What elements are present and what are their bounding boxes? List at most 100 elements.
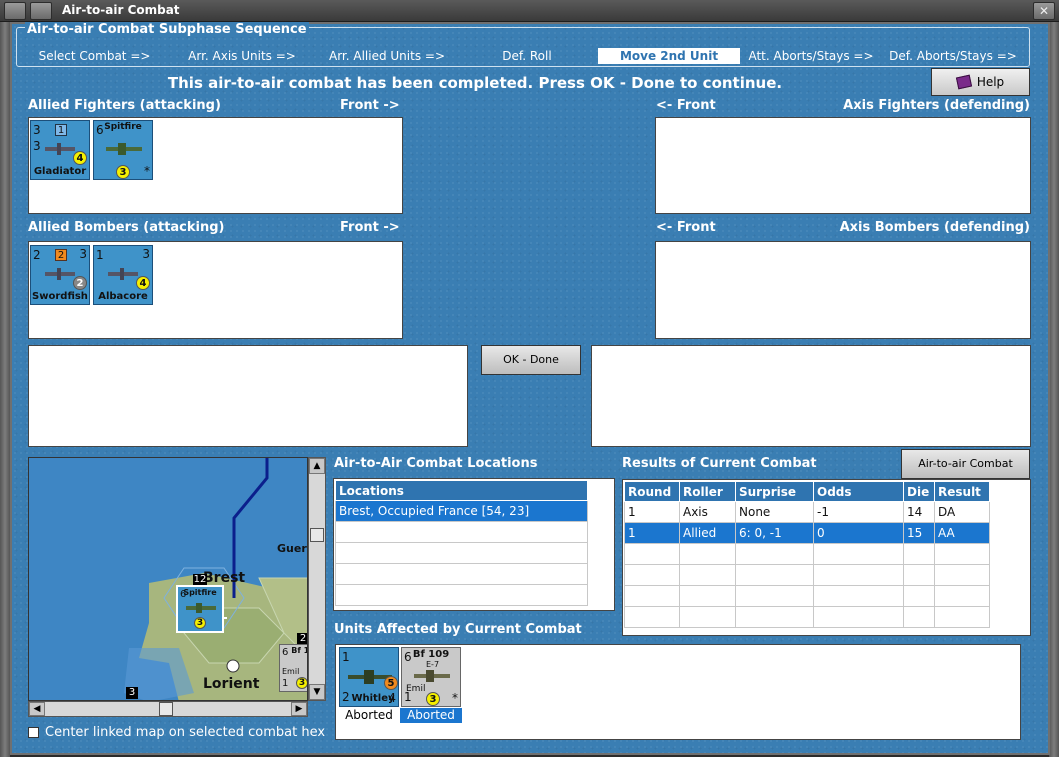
unit-factor-circle: 3 [296, 677, 307, 689]
unit-attack-value: 2 [33, 248, 41, 262]
results-title: Results of Current Combat [622, 456, 817, 471]
affected-counter-bf109[interactable]: 6 Bf 109 E-7 Emil 1 3 * [401, 647, 461, 707]
axis-bombers-front-label: <- Front [656, 220, 716, 235]
unit-factor-circle: 2 [73, 276, 87, 290]
scroll-thumb-horizontal[interactable] [159, 702, 173, 716]
unit-counter-swordfish[interactable]: 2 2 3 2 Swordfish [30, 245, 90, 305]
center-map-checkbox-row[interactable]: Center linked map on selected combat hex [28, 725, 325, 740]
location-row[interactable] [335, 542, 588, 564]
col-roller: Roller [679, 481, 736, 502]
result-row[interactable] [624, 543, 990, 565]
axis-bombers-header: Axis Bombers (defending) [839, 220, 1030, 235]
window-menu-button[interactable] [4, 2, 26, 20]
result-row[interactable] [624, 585, 990, 607]
axis-fighters-header: Axis Fighters (defending) [843, 98, 1030, 113]
unit-range-value: 3 [142, 247, 150, 261]
location-row[interactable] [335, 584, 588, 606]
location-cell [335, 542, 588, 564]
location-cell [335, 521, 588, 543]
help-button-label: Help [976, 75, 1005, 89]
unit-variant: E-7 [426, 660, 440, 669]
unit-name: Spitfire [104, 122, 142, 132]
allied-message-box [28, 345, 468, 447]
col-round: Round [624, 481, 680, 502]
close-button[interactable] [1033, 2, 1055, 20]
map-counter-bf109[interactable]: 6 Bf 10 Emil 1 3 [279, 644, 307, 692]
location-row[interactable]: Brest, Occupied France [54, 23] [335, 500, 588, 522]
unit-range-value: 3 [79, 247, 87, 261]
unit-counter-gladiator[interactable]: 3 1 3 4 Gladiator [30, 120, 90, 180]
step-att-aborts-stays: Att. Aborts/Stays => [748, 49, 874, 63]
allied-bombers-front-label: Front -> [340, 220, 400, 235]
unit-range-box: 2 [55, 249, 67, 261]
axis-fighters-box[interactable] [655, 117, 1031, 214]
unit-counter-spitfire[interactable]: 6 Spitfire 3 * [93, 120, 153, 180]
scroll-up-arrow[interactable]: ▲ [309, 458, 325, 474]
step-arr-axis-units: Arr. Axis Units => [188, 49, 296, 63]
result-row[interactable]: 1 Allied 6: 0, -1 0 15 AA [624, 522, 990, 544]
result-row[interactable] [624, 606, 990, 628]
map-label-brest: Brest [203, 570, 246, 586]
unit-factor-circle: 3 [426, 692, 440, 706]
axis-message-box [591, 345, 1031, 447]
unit-defense-value: 3 [33, 139, 41, 153]
allied-fighters-box[interactable]: 3 1 3 4 Gladiator 6 Spitfire 3 * [28, 117, 403, 214]
scroll-right-arrow[interactable]: ▶ [291, 702, 307, 716]
map-counter-spitfire[interactable]: 6 Spitfire 3 [176, 585, 224, 633]
col-result: Result [934, 481, 990, 502]
fighter-plane-icon [186, 603, 216, 613]
axis-bombers-box[interactable] [655, 241, 1031, 339]
locations-table: Locations Brest, Occupied France [54, 23… [335, 480, 588, 606]
center-map-checkbox[interactable] [28, 727, 39, 738]
cell-roller: Axis [679, 501, 736, 523]
affected-counter-whitley[interactable]: 1 5 2 Whitley 4 [339, 647, 399, 707]
unit-attack-value: 1 [96, 248, 104, 262]
affected-title: Units Affected by Current Combat [334, 622, 582, 637]
ok-done-button[interactable]: OK - Done [481, 345, 581, 375]
location-row[interactable] [335, 563, 588, 585]
cell-odds: 0 [813, 522, 904, 544]
unit-attack-value: 1 [342, 650, 350, 664]
step-select-combat: Select Combat => [38, 49, 151, 63]
unit-name: Albacore [98, 291, 148, 302]
results-panel[interactable]: Round Roller Surprise Odds Die Result 1 … [622, 479, 1031, 636]
result-row[interactable]: 1 Axis None -1 14 DA [624, 501, 990, 523]
location-cell: Brest, Occupied France [54, 23] [335, 500, 588, 522]
locations-list[interactable]: Locations Brest, Occupied France [54, 23… [333, 478, 615, 611]
map-horizontal-scrollbar[interactable]: ◀ ▶ [28, 701, 308, 717]
status-message: This air-to-air combat has been complete… [167, 74, 783, 92]
cell-result: DA [934, 501, 990, 523]
subphase-sequence: Air-to-air Combat Subphase Sequence Sele… [16, 22, 1030, 67]
allied-bombers-box[interactable]: 2 2 3 2 Swordfish 1 3 4 Albacore [28, 241, 403, 339]
map-vertical-scrollbar[interactable]: ▲ ▼ [308, 457, 326, 701]
air-combat-chart-button[interactable]: Air-to-air Combat Chart [901, 449, 1030, 498]
unit-range-value: 4 [388, 691, 396, 705]
title-bar: Air-to-air Combat [0, 0, 1059, 22]
unit-counter-albacore[interactable]: 1 3 4 Albacore [93, 245, 153, 305]
result-row[interactable] [624, 564, 990, 586]
scroll-left-arrow[interactable]: ◀ [29, 702, 45, 716]
map-label-lorient: Lorient [203, 676, 260, 692]
unit-nickname: Emil [282, 667, 300, 676]
scroll-down-arrow[interactable]: ▼ [309, 684, 325, 700]
map-label-guer: Guer [277, 542, 307, 555]
window-frame-right [1049, 22, 1059, 757]
cell-die: 15 [903, 522, 935, 544]
minimize-button[interactable] [30, 2, 52, 20]
location-cell [335, 584, 588, 606]
help-button[interactable]: Help [931, 68, 1030, 96]
book-icon [955, 74, 972, 90]
fighter-plane-icon [106, 143, 142, 155]
cell-die: 14 [903, 501, 935, 523]
cell-round: 1 [624, 522, 680, 544]
cell-result: AA [934, 522, 990, 544]
linked-map[interactable]: Brest Lorient Guer 12 2 3 6 Spitfire 3 6… [28, 457, 308, 701]
unit-factor-circle: 3 [194, 617, 206, 629]
scroll-thumb-vertical[interactable] [310, 528, 324, 542]
affected-units-box[interactable]: 1 5 2 Whitley 4 6 Bf 109 E-7 Emil 1 3 * … [335, 644, 1021, 740]
affected-status-label: Aborted [400, 708, 462, 723]
map-stack-badge-3: 3 [126, 687, 138, 699]
location-row[interactable] [335, 521, 588, 543]
cell-surprise: None [735, 501, 814, 523]
cell-round: 1 [624, 501, 680, 523]
